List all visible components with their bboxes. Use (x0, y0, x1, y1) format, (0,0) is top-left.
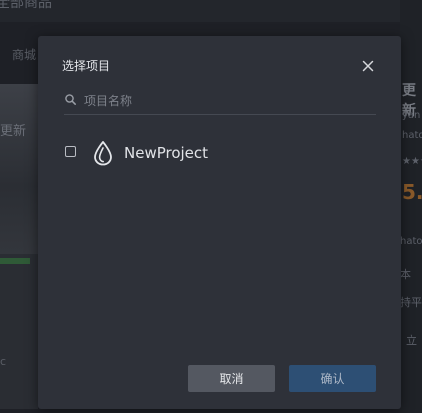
confirm-button[interactable]: 确认 (289, 365, 376, 392)
project-name: NewProject (124, 144, 209, 162)
background-right-sub2: hato (402, 130, 422, 141)
background-green-bar (0, 258, 30, 264)
background-title: 全部商品 (0, 0, 52, 11)
background-right-sub1: yan (402, 110, 421, 121)
search-input[interactable] (84, 90, 364, 112)
select-project-dialog: 选择项目 NewProject 取消 确认 (38, 36, 401, 409)
background-right-sub4: 本 (400, 268, 411, 281)
search-icon (65, 94, 76, 105)
background-right-sub3: hato (400, 236, 422, 247)
background-tab: 商城 (12, 48, 37, 62)
background-right-sub5: 持平 (400, 296, 422, 309)
project-checkbox[interactable] (65, 146, 76, 157)
droplet-icon (94, 141, 112, 166)
project-list-item[interactable]: NewProject (64, 138, 364, 168)
background-right-button: 立 (406, 334, 417, 347)
background-right-price: 5. (402, 180, 422, 204)
background-left-footer: c (0, 355, 7, 368)
close-button[interactable] (360, 58, 376, 74)
dialog-title: 选择项目 (62, 59, 111, 73)
background-card-text: 更新 (0, 124, 27, 139)
background-topbar (0, 0, 422, 22)
search-bar (64, 90, 376, 115)
background-right-stars: ★★★ (402, 156, 422, 167)
background-right-panel (400, 0, 422, 413)
close-icon (362, 60, 374, 72)
background-card-image (0, 84, 38, 254)
cancel-button[interactable]: 取消 (188, 365, 275, 392)
